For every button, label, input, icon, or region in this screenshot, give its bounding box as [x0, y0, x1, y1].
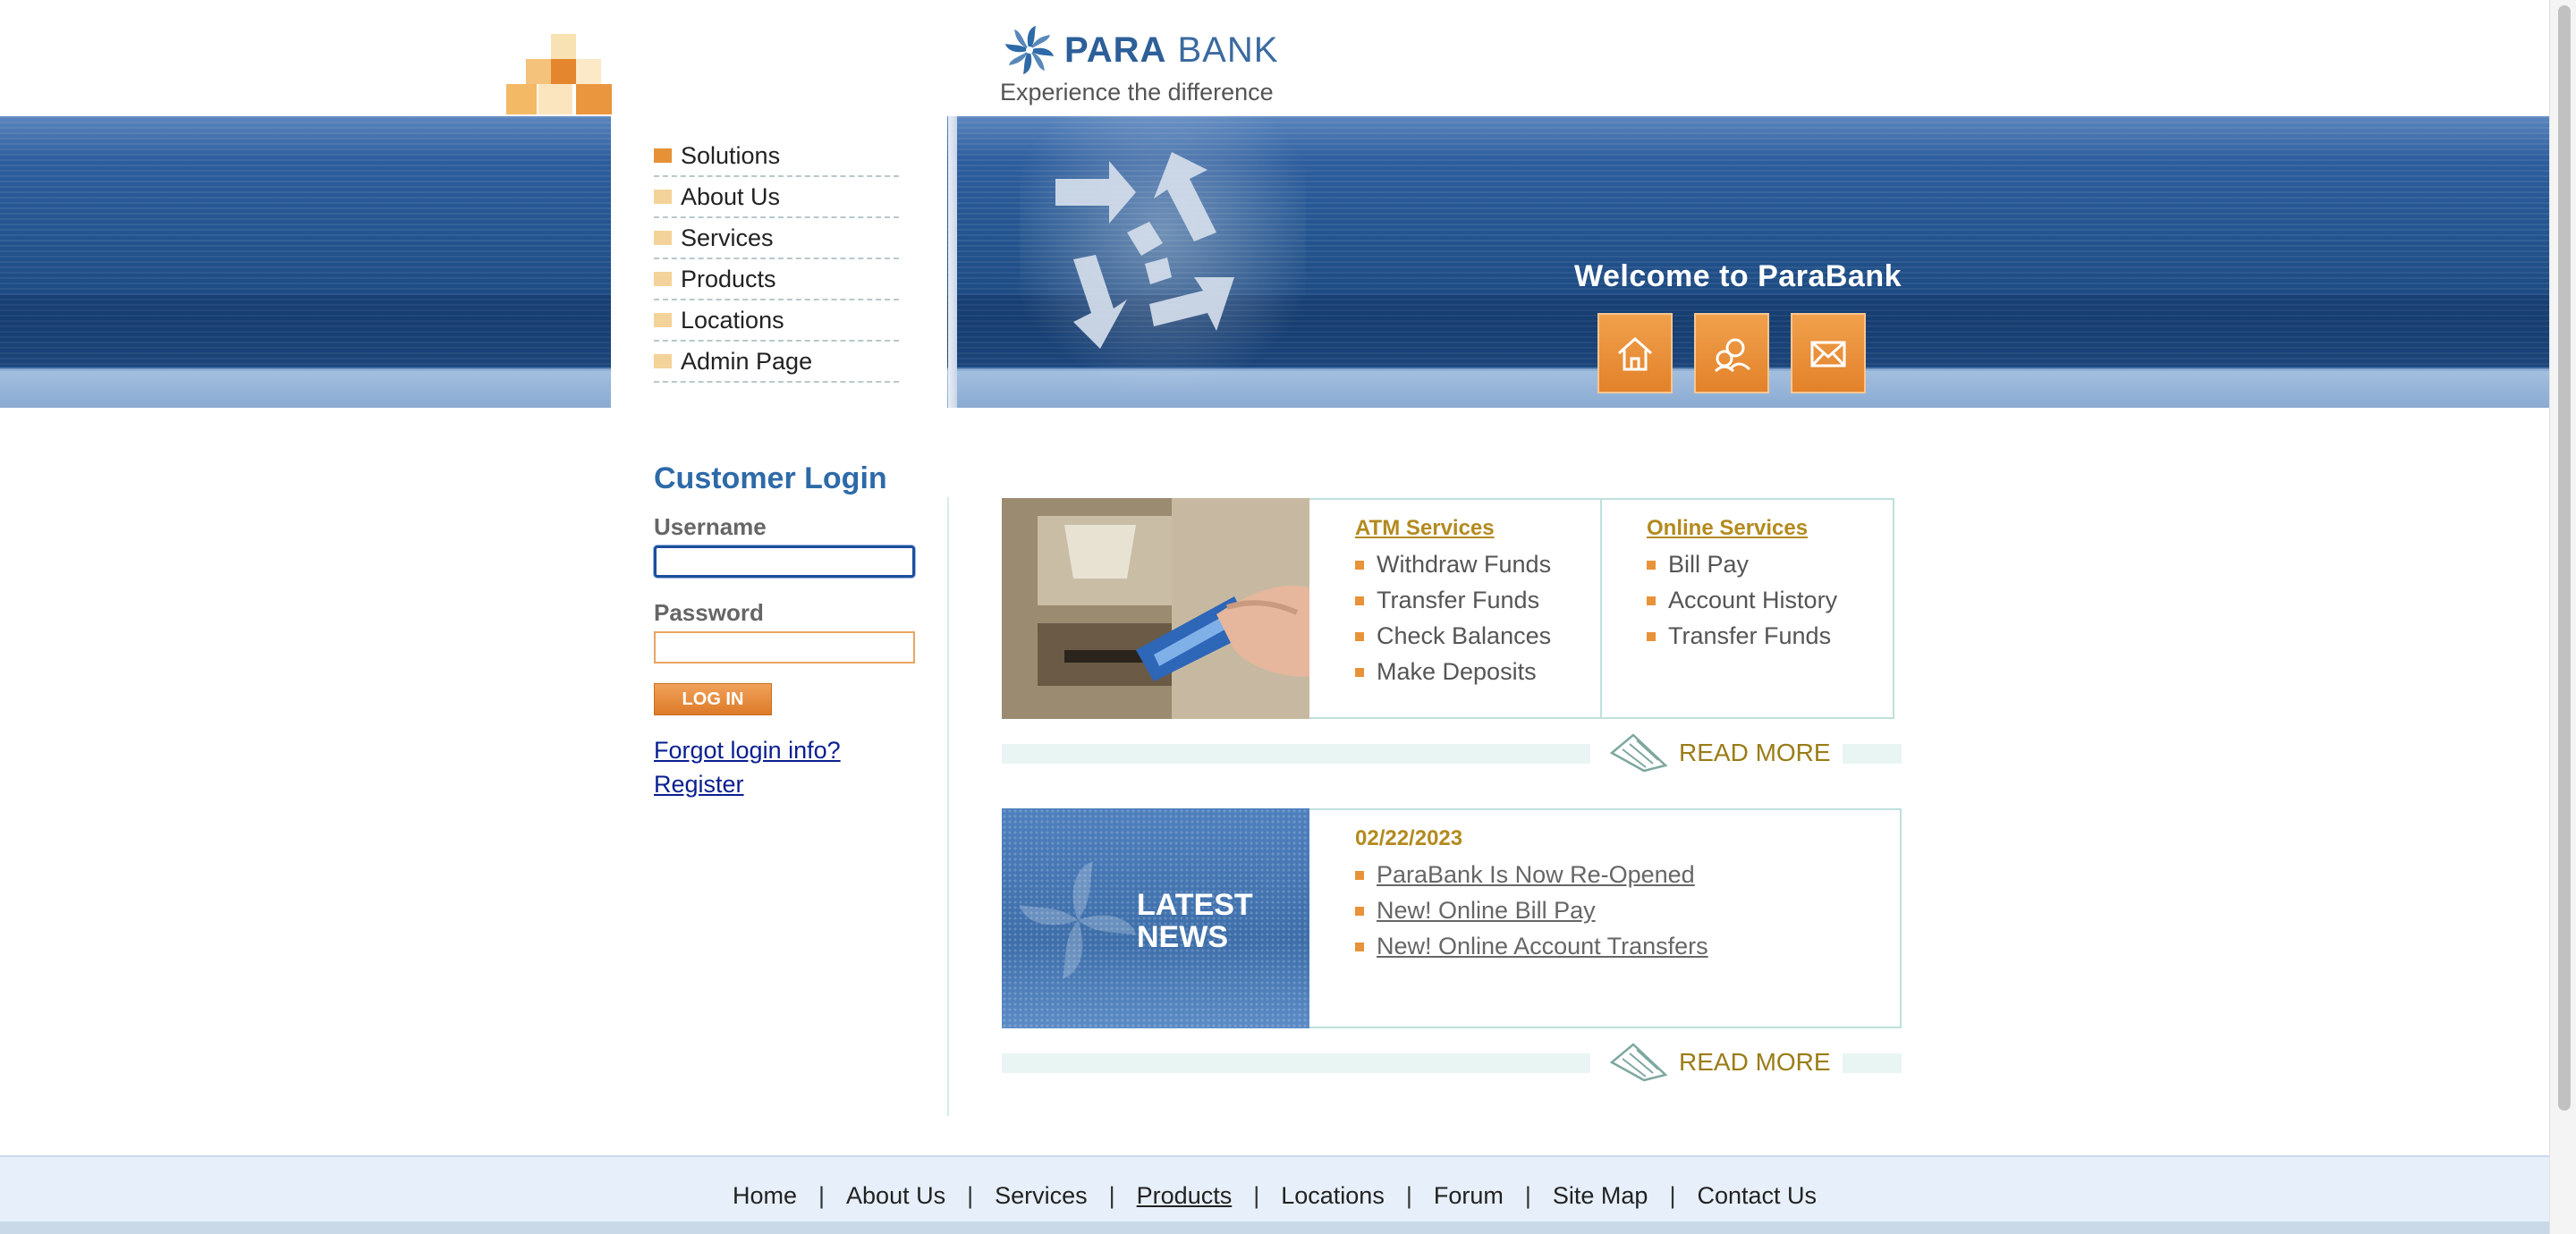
about-people-icon: [1714, 338, 1751, 373]
logo-squares-graphic: [506, 32, 612, 116]
bullet-icon: [1355, 631, 1364, 641]
nav-bullet-icon: [654, 231, 672, 245]
footer-nav: Home | About Us | Services | Products | …: [0, 1182, 2549, 1210]
bullet-icon: [1647, 596, 1656, 605]
footer-bottom-strip: [0, 1221, 2549, 1234]
nav-item-about-us[interactable]: About Us: [654, 177, 899, 218]
nav-bullet-icon: [654, 148, 672, 163]
footer-link-services[interactable]: Services: [991, 1182, 1091, 1210]
parabank-logo[interactable]: PARA BANK: [1002, 21, 1278, 79]
password-label: Password: [654, 599, 764, 626]
bullet-icon: [1647, 560, 1656, 570]
footer-separator: |: [818, 1182, 826, 1209]
nav-bullet-icon: [654, 354, 672, 368]
arrows-graphic-icon: [1055, 152, 1234, 349]
bullet-icon: [1355, 667, 1364, 677]
scrollbar-thumb[interactable]: [2558, 5, 2571, 1111]
swirl-watermark-icon: [1019, 861, 1137, 979]
footer-separator: |: [1524, 1182, 1531, 1209]
envelope-icon: [1810, 341, 1846, 368]
contact-button[interactable]: [1791, 313, 1866, 393]
bullet-icon: [1355, 560, 1364, 570]
nav-item-solutions[interactable]: Solutions: [654, 136, 899, 177]
footer-separator: |: [1253, 1182, 1260, 1209]
bullet-icon: [1355, 906, 1364, 916]
atm-item[interactable]: Make Deposits: [1355, 658, 1537, 686]
news-item-link[interactable]: New! Online Bill Pay: [1355, 897, 1596, 925]
footer-separator: |: [1108, 1182, 1115, 1209]
register-link[interactable]: Register: [654, 771, 744, 799]
atm-item[interactable]: Check Balances: [1355, 622, 1551, 650]
footer-separator: |: [1405, 1182, 1412, 1209]
news-item-link[interactable]: New! Online Account Transfers: [1355, 933, 1708, 960]
news-item-link[interactable]: ParaBank Is Now Re-Opened: [1355, 861, 1695, 889]
username-label: Username: [654, 513, 767, 540]
footer-link-site-map[interactable]: Site Map: [1549, 1182, 1652, 1210]
password-input[interactable]: [654, 631, 915, 663]
services-column-divider: [1600, 498, 1602, 719]
atm-photo: [1002, 498, 1309, 719]
footer-link-home[interactable]: Home: [729, 1182, 801, 1210]
bullet-icon: [1355, 870, 1364, 880]
parabank-swirl-icon: [1005, 26, 1054, 74]
bullet-icon: [1355, 596, 1364, 605]
latest-news-label: LATEST NEWS: [1137, 888, 1253, 954]
vertical-scrollbar[interactable]: [2549, 0, 2576, 1234]
home-icon: [1618, 336, 1652, 371]
footer-link-contact-us[interactable]: Contact Us: [1693, 1182, 1820, 1210]
news-read-more-link[interactable]: READ MORE: [1679, 1048, 1831, 1077]
username-input[interactable]: [654, 545, 915, 578]
login-button[interactable]: LOG IN: [654, 683, 772, 715]
customer-login-title: Customer Login: [654, 461, 887, 495]
read-more-icon: [1609, 1043, 1668, 1082]
content-divider: [947, 497, 949, 1116]
page: PARA BANK Experience the difference Welc…: [0, 0, 2576, 1234]
header-banner: Welcome to ParaBank: [0, 116, 2549, 408]
about-button[interactable]: [1694, 313, 1769, 393]
forgot-login-link[interactable]: Forgot login info?: [654, 737, 841, 765]
atm-item[interactable]: Transfer Funds: [1355, 587, 1539, 614]
home-button[interactable]: [1597, 313, 1673, 393]
nav-item-locations[interactable]: Locations: [654, 300, 899, 342]
brand-name: PARA BANK: [1064, 30, 1279, 70]
nav-bullet-icon: [654, 190, 672, 204]
welcome-heading: Welcome to ParaBank: [1574, 259, 1902, 293]
footer-separator: |: [967, 1182, 974, 1209]
footer-separator: |: [1669, 1182, 1676, 1209]
nav-bullet-icon: [654, 313, 672, 327]
news-date: 02/22/2023: [1355, 826, 1463, 850]
tagline: Experience the difference: [1000, 79, 1274, 106]
atm-services-heading[interactable]: ATM Services: [1355, 516, 1495, 541]
left-nav: Solutions About Us Services Products Loc…: [654, 136, 899, 383]
online-item[interactable]: Bill Pay: [1647, 551, 1749, 579]
nav-item-admin-page[interactable]: Admin Page: [654, 342, 899, 383]
bullet-icon: [1355, 942, 1364, 951]
footer-link-locations[interactable]: Locations: [1277, 1182, 1388, 1210]
nav-item-products[interactable]: Products: [654, 259, 899, 300]
footer-link-about-us[interactable]: About Us: [843, 1182, 949, 1210]
services-read-more-link[interactable]: READ MORE: [1679, 739, 1831, 767]
read-more-icon: [1609, 733, 1668, 773]
nav-item-services[interactable]: Services: [654, 218, 899, 259]
footer-link-products[interactable]: Products: [1133, 1182, 1236, 1210]
nav-bullet-icon: [654, 272, 672, 286]
bullet-icon: [1647, 631, 1656, 641]
atm-item[interactable]: Withdraw Funds: [1355, 551, 1551, 579]
footer-link-forum[interactable]: Forum: [1430, 1182, 1507, 1210]
online-item[interactable]: Transfer Funds: [1647, 622, 1831, 650]
online-item[interactable]: Account History: [1647, 587, 1837, 614]
online-services-heading[interactable]: Online Services: [1647, 516, 1808, 541]
